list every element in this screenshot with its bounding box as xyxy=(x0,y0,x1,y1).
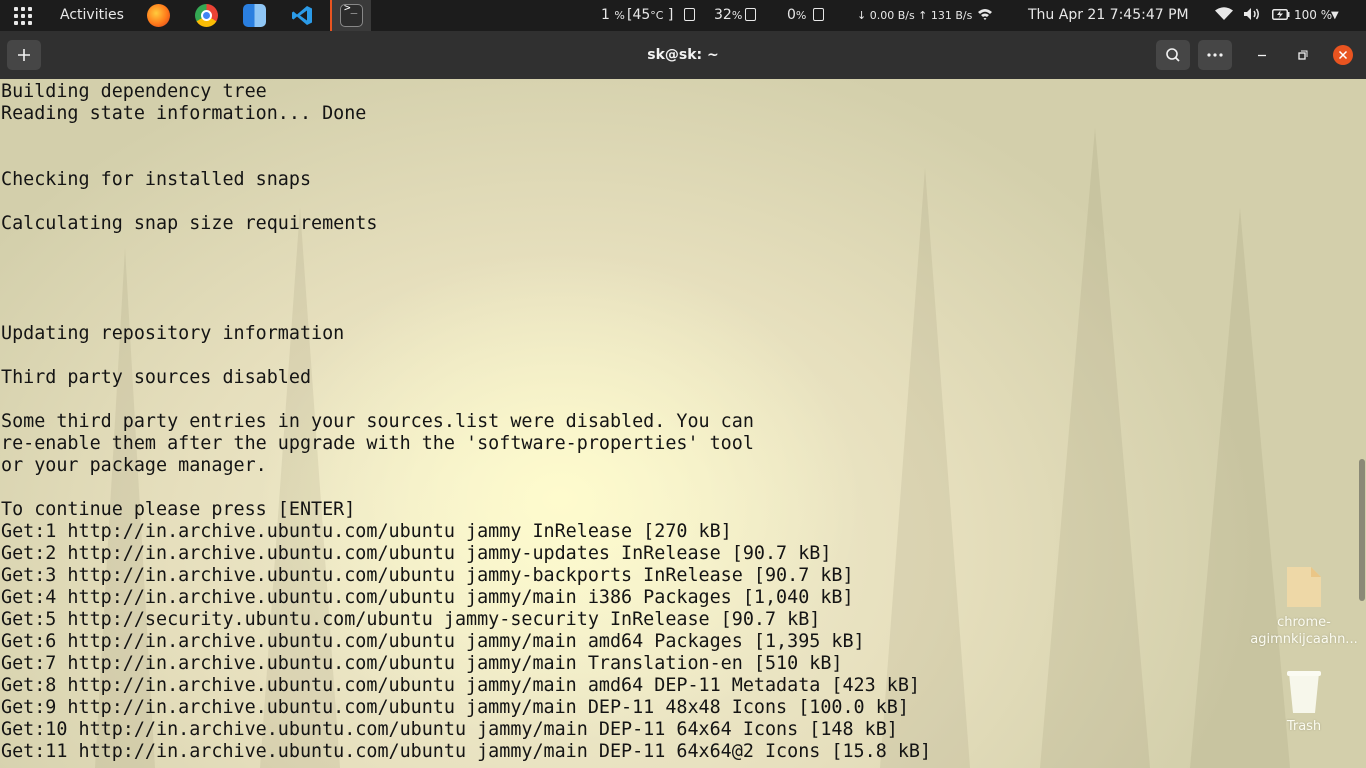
search-button[interactable] xyxy=(1156,40,1190,70)
cpu-temperature: [45°C ] xyxy=(627,7,674,23)
network-activity-icon xyxy=(977,0,993,31)
terminal-line: Get:7 http://in.archive.ubuntu.com/ubunt… xyxy=(1,653,843,674)
cpu-usage: 1 % xyxy=(601,7,625,23)
swap-usage: 0% xyxy=(787,7,807,23)
terminal-line: Get:1 http://in.archive.ubuntu.com/ubunt… xyxy=(1,521,732,542)
restore-button[interactable] xyxy=(1292,45,1312,65)
system-menu-arrow-icon[interactable]: ▼ xyxy=(1331,0,1339,31)
vscode-icon[interactable] xyxy=(291,4,314,27)
terminal-header-bar: sk@sk: ~ xyxy=(0,31,1366,79)
terminal-line: Third party sources disabled xyxy=(1,367,312,388)
terminal-scrollbar[interactable] xyxy=(1359,459,1365,601)
terminal-text: Building dependency tree Reading state in… xyxy=(1,81,931,763)
terminal-line: Get:10 http://in.archive.ubuntu.com/ubun… xyxy=(1,719,898,740)
terminal-line: re-enable them after the upgrade with th… xyxy=(1,433,754,454)
terminal-line: Get:4 http://in.archive.ubuntu.com/ubunt… xyxy=(1,587,854,608)
terminal-dock-item[interactable]: >_ xyxy=(330,0,371,31)
desktop-file-label-1: chrome- xyxy=(1277,615,1331,630)
desktop-file-label-2: agimnkijcaahn... xyxy=(1250,632,1358,647)
top-bar: Activities >_ 1 % [45°C ] 32% 0% ↓ 0.00 … xyxy=(0,0,1366,31)
app-grid-icon[interactable] xyxy=(14,7,32,25)
close-button[interactable] xyxy=(1333,45,1353,65)
terminal-line: Get:9 http://in.archive.ubuntu.com/ubunt… xyxy=(1,697,909,718)
terminal-icon: >_ xyxy=(340,1,363,27)
terminal-line: or your package manager. xyxy=(1,455,267,476)
terminal-line: Reading state information... Done xyxy=(1,103,367,124)
cpu-chip-icon xyxy=(684,0,695,31)
finder-icon[interactable] xyxy=(243,4,266,27)
wallpaper-tree xyxy=(1040,128,1150,768)
terminal-line: Get:2 http://in.archive.ubuntu.com/ubunt… xyxy=(1,543,832,564)
desktop-trash-item[interactable]: Trash xyxy=(1249,669,1359,735)
terminal-line: Updating repository information xyxy=(1,323,345,344)
battery-icon[interactable] xyxy=(1272,0,1290,31)
terminal-line: Get:3 http://in.archive.ubuntu.com/ubunt… xyxy=(1,565,854,586)
volume-icon[interactable] xyxy=(1243,0,1261,31)
memory-icon xyxy=(745,0,756,31)
menu-button[interactable] xyxy=(1198,40,1232,70)
terminal-line: Some third party entries in your sources… xyxy=(1,411,754,432)
close-icon xyxy=(1338,50,1348,60)
swap-icon xyxy=(813,0,824,31)
activities-button[interactable]: Activities xyxy=(60,0,124,31)
battery-percentage[interactable]: 100 % xyxy=(1294,0,1332,31)
search-icon xyxy=(1166,48,1180,62)
terminal-line: Get:11 http://in.archive.ubuntu.com/ubun… xyxy=(1,741,932,762)
terminal-line: Calculating snap size requirements xyxy=(1,213,378,234)
wifi-icon[interactable] xyxy=(1215,0,1233,31)
minimize-button[interactable] xyxy=(1252,45,1272,65)
terminal-line: Checking for installed snaps xyxy=(1,169,312,190)
trash-label: Trash xyxy=(1286,719,1322,734)
new-tab-button[interactable] xyxy=(7,40,41,70)
terminal-line: Get:6 http://in.archive.ubuntu.com/ubunt… xyxy=(1,631,865,652)
memory-usage: 32% xyxy=(714,7,743,23)
terminal-line: Building dependency tree xyxy=(1,81,267,102)
trash-icon xyxy=(1287,671,1321,713)
terminal-line: Get:8 http://in.archive.ubuntu.com/ubunt… xyxy=(1,675,920,696)
minimize-icon xyxy=(1258,54,1266,57)
clock[interactable]: Thu Apr 21 7:45:47 PM xyxy=(1028,0,1189,31)
desktop-file-item[interactable]: chrome- agimnkijcaahn... xyxy=(1249,565,1359,648)
plus-icon xyxy=(18,49,30,61)
terminal-line: Get:5 http://security.ubuntu.com/ubuntu … xyxy=(1,609,821,630)
network-speed: ↓ 0.00 B/s ↑ 131 B/s xyxy=(857,9,973,22)
terminal-output-area[interactable]: Building dependency tree Reading state in… xyxy=(0,79,1366,768)
more-options-icon xyxy=(1207,53,1223,57)
file-icon xyxy=(1287,567,1321,607)
terminal-line: To continue please press [ENTER] xyxy=(1,499,356,520)
firefox-icon[interactable] xyxy=(147,4,170,27)
restore-icon xyxy=(1298,50,1308,60)
chrome-icon[interactable] xyxy=(195,4,218,27)
